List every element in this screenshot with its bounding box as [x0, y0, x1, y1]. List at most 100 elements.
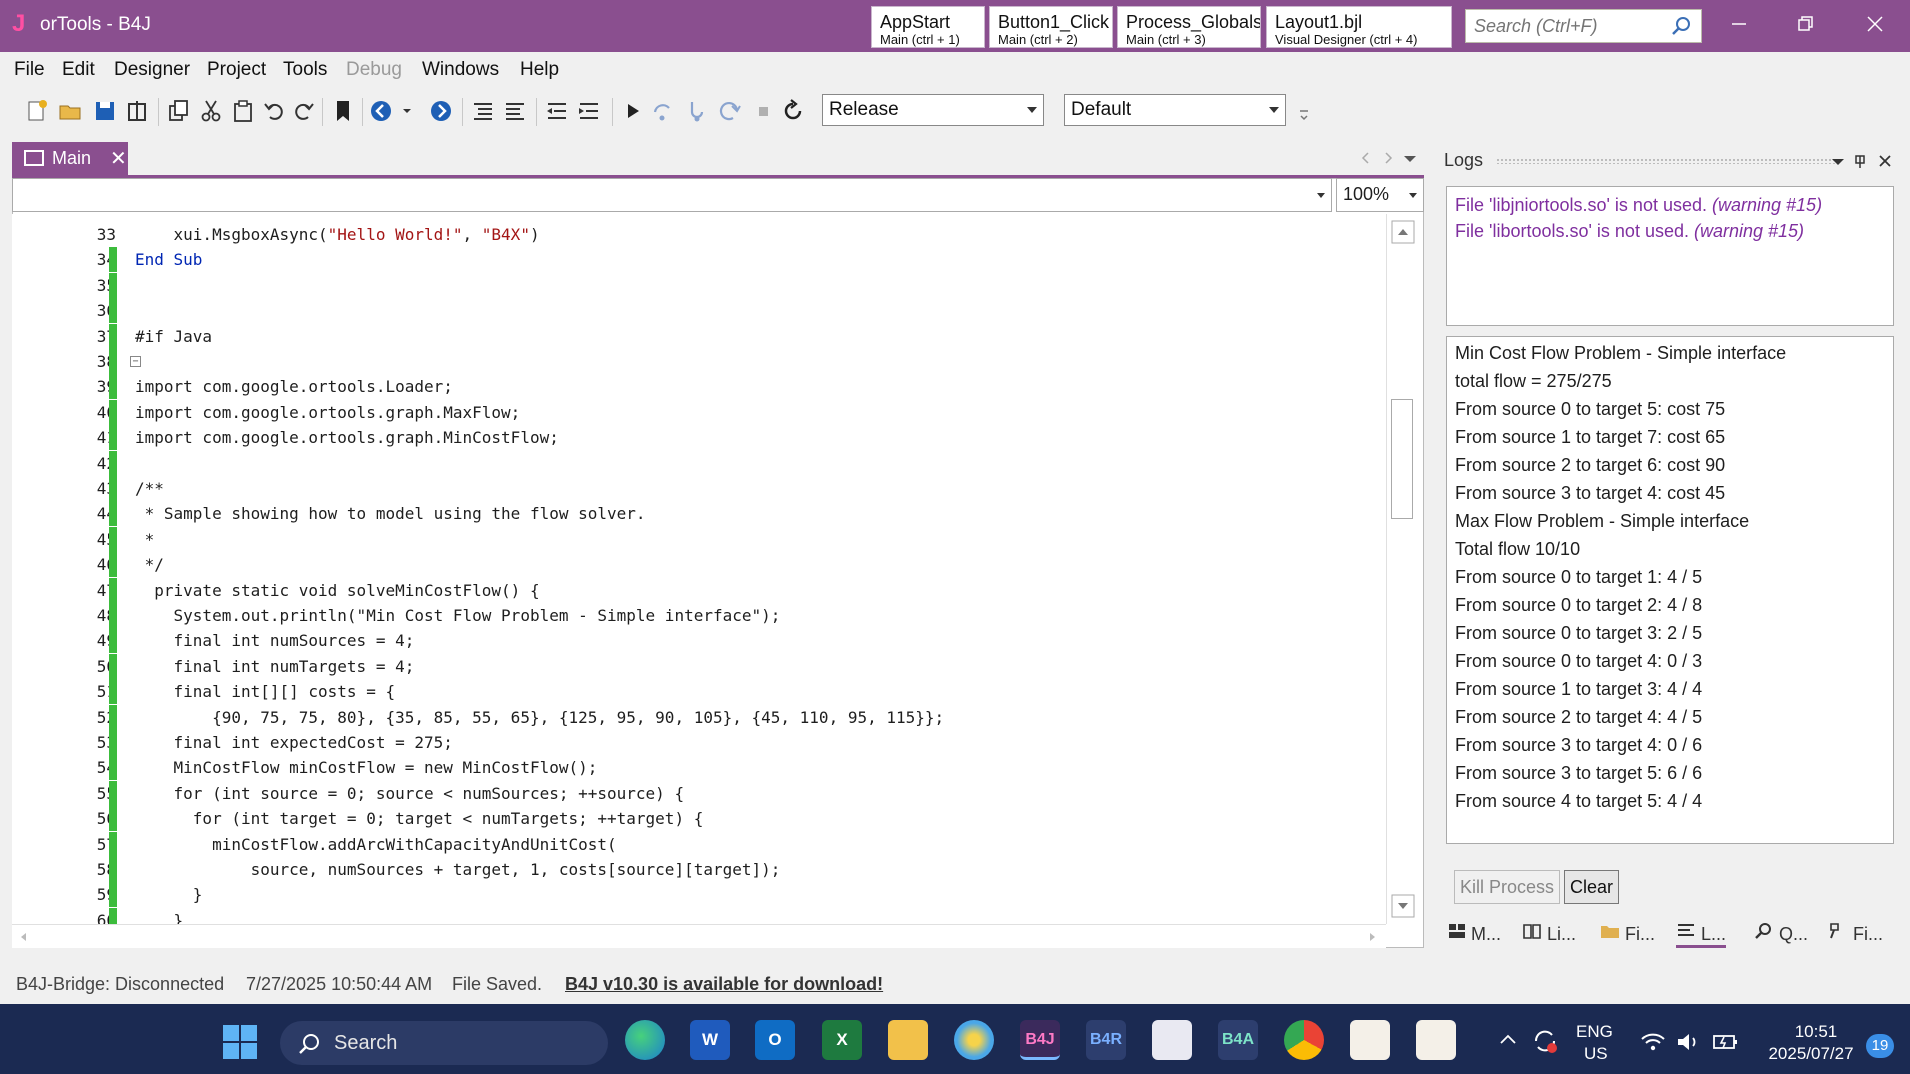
redo-icon[interactable]: [290, 98, 316, 124]
comment-block-icon[interactable]: [470, 98, 496, 124]
restore-button[interactable]: [1783, 10, 1829, 42]
stop-icon[interactable]: [750, 98, 776, 124]
battery-icon[interactable]: [1712, 1032, 1740, 1052]
menu-help[interactable]: Help: [520, 59, 559, 81]
quick-tab-button1-click[interactable]: Button1_Click Main (ctrl + 2): [989, 6, 1113, 48]
tab-libraries[interactable]: Li...: [1522, 922, 1576, 945]
close-tab-icon[interactable]: ✕: [110, 146, 127, 171]
export-zip-icon[interactable]: [124, 98, 150, 124]
run-icon[interactable]: [620, 98, 646, 124]
menu-tools[interactable]: Tools: [283, 59, 327, 81]
paint-icon[interactable]: [954, 1020, 994, 1060]
code-line[interactable]: 60 }: [12, 907, 1382, 924]
menu-file[interactable]: File: [14, 59, 45, 81]
restart-icon[interactable]: [780, 98, 806, 124]
tab-scroll-controls[interactable]: [1360, 150, 1420, 166]
copy-icon[interactable]: [166, 98, 192, 124]
search-field[interactable]: [1465, 9, 1702, 43]
quick-tab-appstart[interactable]: AppStart Main (ctrl + 1): [871, 6, 985, 48]
search-icon[interactable]: [1671, 15, 1693, 37]
taskbar-search[interactable]: Search: [280, 1021, 608, 1065]
undo-icon[interactable]: [262, 98, 288, 124]
clear-logs-button[interactable]: Clear: [1564, 870, 1620, 904]
java-icon[interactable]: [1416, 1020, 1456, 1060]
horizontal-scrollbar[interactable]: [12, 924, 1386, 948]
code-line[interactable]: 36: [12, 298, 1382, 324]
paste-icon[interactable]: [230, 98, 256, 124]
code-line[interactable]: 37 #if Java: [12, 323, 1382, 349]
navigate-back-icon[interactable]: [368, 98, 394, 124]
code-line[interactable]: 53 final int expectedCost = 275;: [12, 730, 1382, 755]
java-icon[interactable]: [1350, 1020, 1390, 1060]
word-icon[interactable]: W: [690, 1020, 730, 1060]
code-line[interactable]: 54 MinCostFlow minCostFlow = new MinCost…: [12, 755, 1382, 781]
code-line[interactable]: 57 minCostFlow.addArcWithCapacityAndUnit…: [12, 831, 1382, 857]
code-line[interactable]: 52 {90, 75, 75, 80}, {35, 85, 55, 65}, {…: [12, 704, 1382, 730]
code-line[interactable]: 55 for (int source = 0; source < numSour…: [12, 780, 1382, 806]
scroll-left-icon[interactable]: [16, 929, 32, 945]
menu-designer[interactable]: Designer: [114, 59, 190, 81]
code-line[interactable]: 39 import com.google.ortools.Loader;: [12, 374, 1382, 400]
code-line[interactable]: 44 * Sample showing how to model using t…: [12, 501, 1382, 527]
code-line[interactable]: 33 xui.MsgboxAsync("Hello World!", "B4X"…: [12, 222, 1382, 247]
scroll-right-icon[interactable]: [1364, 929, 1380, 945]
scroll-down-icon[interactable]: [1391, 894, 1415, 918]
volume-icon[interactable]: [1676, 1032, 1702, 1052]
minimize-button[interactable]: [1716, 10, 1762, 42]
code-line[interactable]: 49 final int numSources = 4;: [12, 628, 1382, 654]
close-window-button[interactable]: [1852, 10, 1898, 42]
menu-project[interactable]: Project: [207, 59, 266, 81]
language-indicator[interactable]: ENG: [1576, 1022, 1613, 1042]
menu-debug[interactable]: Debug: [346, 59, 402, 81]
panel-grip[interactable]: [1496, 158, 1836, 164]
tab-modules[interactable]: M...: [1448, 922, 1501, 945]
code-line[interactable]: 45 *: [12, 526, 1382, 552]
quick-tab-layout1[interactable]: Layout1.bjl Visual Designer (ctrl + 4): [1266, 6, 1452, 48]
step-out-icon[interactable]: [716, 98, 742, 124]
step-over-icon[interactable]: [650, 98, 676, 124]
taskbar-date[interactable]: 2025/07/27: [1756, 1044, 1866, 1064]
keyboard-layout[interactable]: US: [1584, 1044, 1608, 1064]
device-select[interactable]: Default: [1064, 94, 1286, 126]
tab-find-all[interactable]: Fi...: [1828, 922, 1883, 945]
zoom-select[interactable]: 100%: [1336, 178, 1424, 212]
code-line[interactable]: 42: [12, 450, 1382, 476]
code-area[interactable]: 33 xui.MsgboxAsync("Hello World!", "B4X"…: [12, 214, 1386, 924]
windows-start-icon[interactable]: [222, 1024, 258, 1060]
b4a-taskbar-icon[interactable]: B4A: [1218, 1020, 1258, 1060]
code-line[interactable]: 35: [12, 272, 1382, 298]
warnings-list[interactable]: File 'libjniortools.so' is not used. (wa…: [1446, 186, 1894, 326]
code-line[interactable]: 46 */: [12, 552, 1382, 578]
code-line[interactable]: 47 private static void solveMinCostFlow(…: [12, 577, 1382, 603]
warning-item[interactable]: File 'libortools.so' is not used. (warni…: [1455, 221, 1804, 242]
code-line[interactable]: 51 final int[][] costs = {: [12, 679, 1382, 705]
code-line[interactable]: 41 import com.google.ortools.graph.MinCos…: [12, 425, 1382, 451]
outlook-icon[interactable]: O: [755, 1020, 795, 1060]
code-line[interactable]: 43 /**: [12, 476, 1382, 501]
code-line[interactable]: 50 final int numTargets = 4;: [12, 653, 1382, 679]
chrome-icon[interactable]: [1284, 1020, 1324, 1060]
code-line[interactable]: 40 import com.google.ortools.graph.MaxFlo…: [12, 399, 1382, 425]
quick-tab-process-globals[interactable]: Process_Globals Main (ctrl + 3): [1117, 6, 1261, 48]
code-line[interactable]: 34 End Sub: [12, 247, 1382, 273]
code-line[interactable]: 56 for (int target = 0; target < numTarg…: [12, 806, 1382, 832]
cut-icon[interactable]: [198, 98, 224, 124]
tab-main[interactable]: Main ✕: [12, 142, 128, 175]
menu-edit[interactable]: Edit: [62, 59, 95, 81]
b4j-taskbar-icon[interactable]: B4J: [1020, 1020, 1060, 1060]
search-input[interactable]: [1466, 10, 1666, 42]
vertical-scrollbar[interactable]: [1386, 214, 1422, 924]
menu-windows[interactable]: Windows: [422, 59, 499, 81]
sync-icon[interactable]: [1530, 1026, 1560, 1056]
file-explorer-icon[interactable]: [888, 1020, 928, 1060]
open-folder-icon[interactable]: [58, 98, 84, 124]
bookmark-icon[interactable]: [330, 98, 356, 124]
code-navigation-dropdown[interactable]: [12, 178, 1332, 212]
update-available-link[interactable]: B4J v10.30 is available for download!: [565, 974, 883, 995]
scroll-up-icon[interactable]: [1391, 220, 1415, 244]
save-icon[interactable]: [92, 98, 118, 124]
notification-badge[interactable]: 19: [1866, 1034, 1894, 1058]
tab-logs[interactable]: L...: [1676, 922, 1727, 948]
build-configuration-select[interactable]: Release: [822, 94, 1044, 126]
fold-toggle-icon[interactable]: −: [130, 356, 141, 367]
